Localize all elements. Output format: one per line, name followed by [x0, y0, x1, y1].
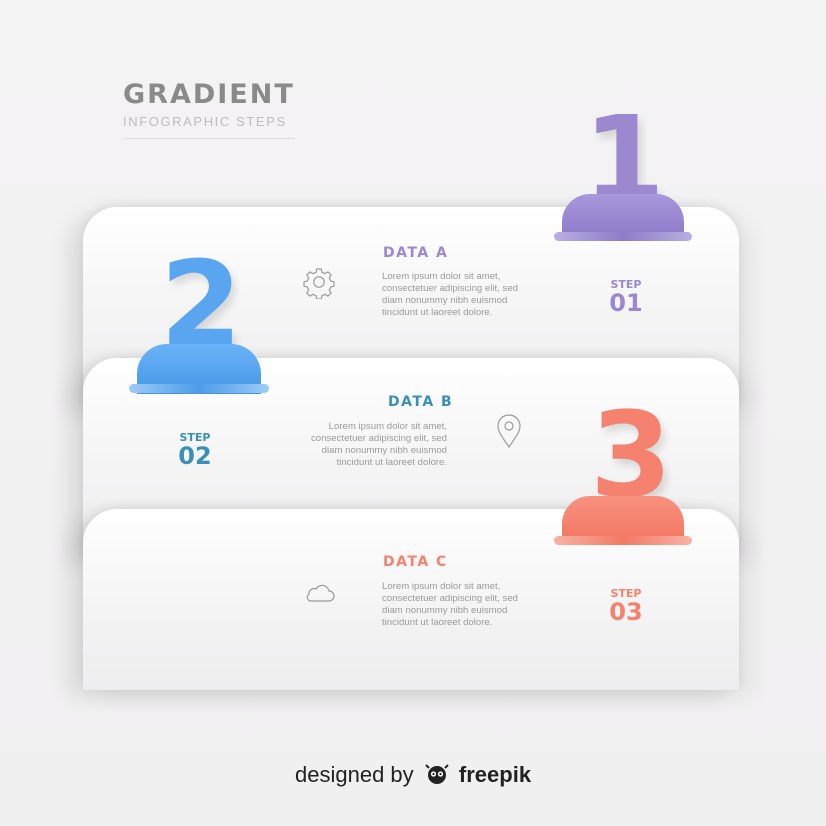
freepik-logo-icon: [424, 763, 450, 791]
step-number-3: 03: [609, 598, 643, 626]
description-b: Lorem ipsum dolor sit amet, consectetuer …: [311, 421, 447, 468]
data-title-b: DATA B: [388, 394, 454, 410]
step-number-1: 01: [609, 289, 643, 317]
credit-line: designed by freepik: [295, 762, 531, 791]
credit-brand: freepik: [458, 762, 532, 787]
cloud-icon: [302, 581, 336, 610]
page-title: GRADIENT: [123, 79, 295, 110]
step-number-2: 02: [178, 442, 212, 470]
data-title-a: DATA A: [383, 245, 449, 261]
title-divider: [123, 138, 295, 139]
gear-icon: [302, 265, 336, 304]
data-title-c: DATA C: [383, 554, 448, 570]
title-block: GRADIENT INFOGRAPHIC STEPS: [123, 80, 298, 139]
description-c: Lorem ipsum dolor sit amet, consectetuer …: [382, 581, 518, 628]
location-pin-icon: [495, 414, 523, 455]
description-a: Lorem ipsum dolor sit amet, consectetuer …: [382, 271, 518, 318]
tab-slot-1: [554, 232, 692, 241]
tab-slot-2: [129, 384, 269, 393]
credit-prefix: designed by: [295, 762, 414, 787]
page-subtitle: INFOGRAPHIC STEPS: [123, 114, 287, 129]
tab-slot-3: [554, 536, 692, 545]
